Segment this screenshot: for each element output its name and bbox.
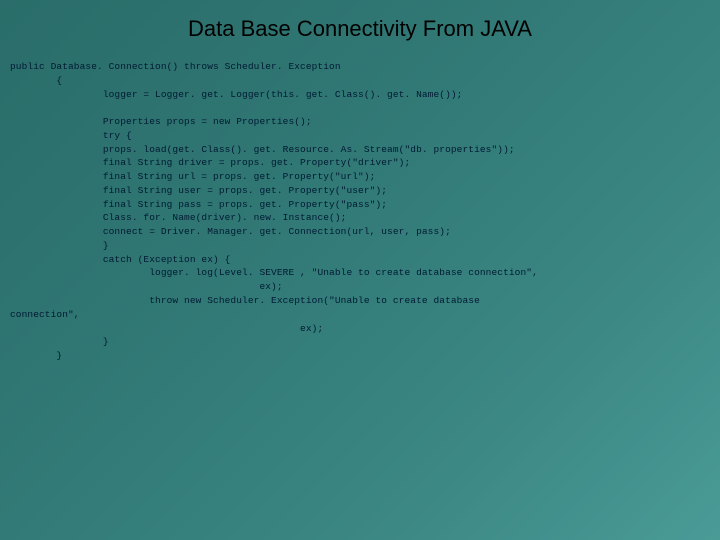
- code-line: connect = Driver. Manager. get. Connecti…: [10, 226, 451, 237]
- code-line: }: [10, 240, 109, 251]
- code-line: Class. for. Name(driver). new. Instance(…: [10, 212, 346, 223]
- code-line: {: [10, 75, 62, 86]
- code-line: logger. log(Level. SEVERE , "Unable to c…: [10, 267, 538, 278]
- code-block: public Database. Connection() throws Sch…: [10, 60, 710, 363]
- code-line: final String driver = props. get. Proper…: [10, 157, 410, 168]
- code-line: try {: [10, 130, 132, 141]
- code-line: logger = Logger. get. Logger(this. get. …: [10, 89, 462, 100]
- code-line: throw new Scheduler. Exception("Unable t…: [10, 295, 480, 306]
- slide-title: Data Base Connectivity From JAVA: [10, 16, 710, 42]
- code-line: props. load(get. Class(). get. Resource.…: [10, 144, 515, 155]
- code-line: final String pass = props. get. Property…: [10, 199, 387, 210]
- code-line: }: [10, 350, 62, 361]
- code-line: Properties props = new Properties();: [10, 116, 312, 127]
- code-line: public Database. Connection() throws Sch…: [10, 61, 341, 72]
- code-line: catch (Exception ex) {: [10, 254, 230, 265]
- slide: Data Base Connectivity From JAVA public …: [0, 0, 720, 540]
- code-line: ex);: [10, 323, 323, 334]
- code-line: }: [10, 336, 109, 347]
- code-line: final String url = props. get. Property(…: [10, 171, 375, 182]
- code-line: connection",: [10, 309, 80, 320]
- code-line: final String user = props. get. Property…: [10, 185, 387, 196]
- code-line: ex);: [10, 281, 283, 292]
